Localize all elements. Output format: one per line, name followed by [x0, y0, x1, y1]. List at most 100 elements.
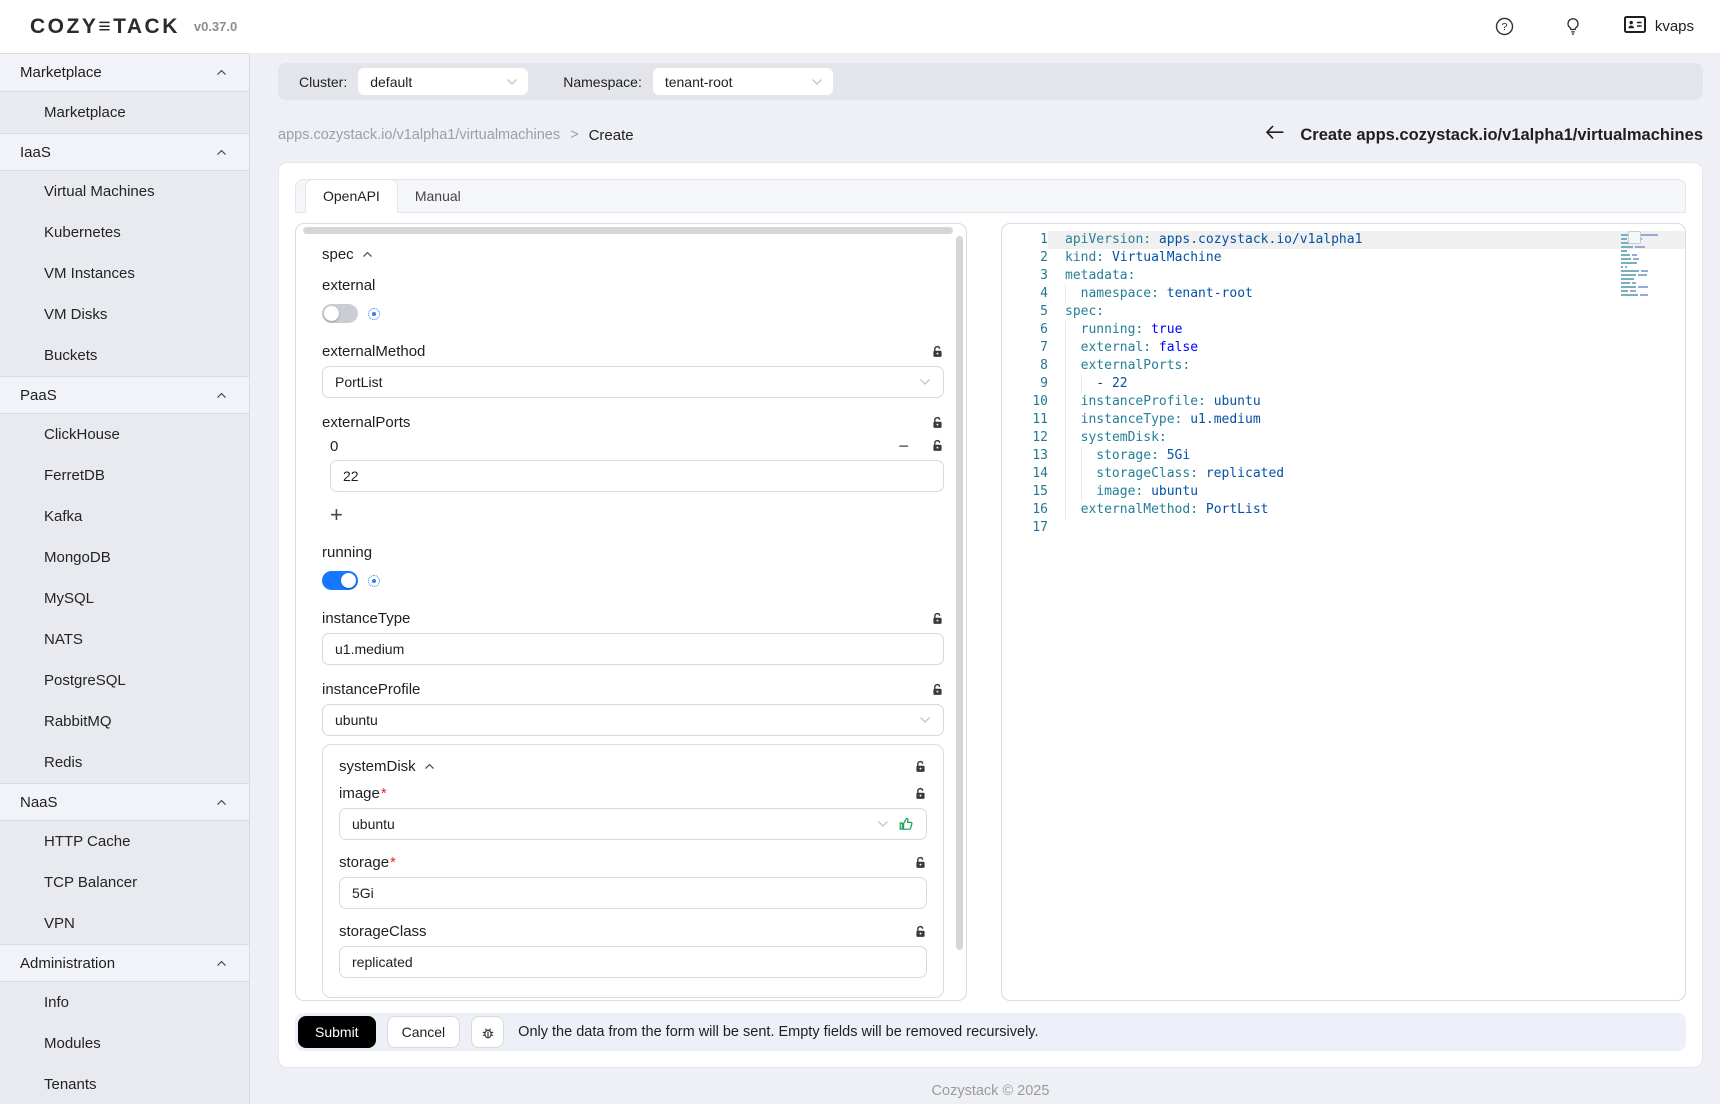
- line-number: 2: [1002, 249, 1048, 267]
- sidebar-item-tcp-balancer[interactable]: TCP Balancer: [0, 862, 249, 903]
- debug-button[interactable]: [471, 1016, 504, 1048]
- editor-line: 1apiVersion: apps.cozystack.io/v1alpha1: [1002, 231, 1685, 249]
- instanceProfile-select[interactable]: ubuntu: [322, 704, 944, 736]
- default-value-icon[interactable]: [368, 308, 380, 320]
- thumbs-up-icon: [898, 816, 914, 832]
- sidebar-item-mongodb[interactable]: MongoDB: [0, 537, 249, 578]
- running-toggle[interactable]: [322, 571, 358, 590]
- line-number: 15: [1002, 483, 1048, 501]
- required-marker: *: [381, 785, 387, 802]
- externalPorts-label: externalPorts: [322, 414, 410, 431]
- page-title: Create apps.cozystack.io/v1alpha1/virtua…: [1300, 126, 1703, 145]
- create-panel: OpenAPI Manual spec external: [278, 162, 1703, 1068]
- sidebar-section-naas[interactable]: NaaS: [0, 783, 249, 821]
- line-number: 16: [1002, 501, 1048, 519]
- chevron-down-icon: [811, 78, 823, 86]
- sidebar-item-clickhouse[interactable]: ClickHouse: [0, 414, 249, 455]
- sidebar-item-redis[interactable]: Redis: [0, 742, 249, 783]
- editor-line: 2kind: VirtualMachine: [1002, 249, 1685, 267]
- back-arrow-icon[interactable]: [1265, 125, 1284, 145]
- namespace-select[interactable]: tenant-root: [652, 67, 834, 96]
- yaml-editor[interactable]: 1apiVersion: apps.cozystack.io/v1alpha12…: [1001, 223, 1686, 1001]
- sidebar-item-kubernetes[interactable]: Kubernetes: [0, 212, 249, 253]
- externalMethod-value: PortList: [335, 374, 382, 390]
- sidebar-item-buckets[interactable]: Buckets: [0, 335, 249, 376]
- sidebar-item-vm-disks[interactable]: VM Disks: [0, 294, 249, 335]
- line-number: 7: [1002, 339, 1048, 357]
- tab-manual[interactable]: Manual: [398, 180, 478, 212]
- sidebar-section-paas[interactable]: PaaS: [0, 376, 249, 414]
- editor-scroll-decoration: [1628, 231, 1641, 244]
- theme-lightbulb-icon[interactable]: [1562, 16, 1584, 38]
- editor-minimap[interactable]: [1621, 234, 1671, 302]
- sidebar-section-marketplace[interactable]: Marketplace: [0, 54, 249, 92]
- namespace-select-value: tenant-root: [665, 74, 733, 90]
- sidebar-section-administration[interactable]: Administration: [0, 944, 249, 982]
- user-menu[interactable]: kvaps: [1624, 16, 1694, 38]
- instanceType-label: instanceType: [322, 610, 410, 627]
- line-number: 12: [1002, 429, 1048, 447]
- sidebar-item-vm-instances[interactable]: VM Instances: [0, 253, 249, 294]
- editor-line: 12systemDisk:: [1002, 429, 1685, 447]
- tab-openapi[interactable]: OpenAPI: [305, 179, 398, 213]
- instanceType-input[interactable]: [322, 633, 944, 665]
- context-bar: Cluster: default Namespace: tenant-root: [278, 63, 1703, 100]
- editor-line: 5spec:: [1002, 303, 1685, 321]
- externalPorts-item-input[interactable]: [330, 460, 944, 492]
- storageClass-input[interactable]: [339, 946, 927, 978]
- remove-item-icon[interactable]: −: [898, 437, 909, 455]
- chevron-up-icon: [216, 959, 227, 968]
- image-select[interactable]: ubuntu: [339, 808, 927, 840]
- sidebar-section-iaas[interactable]: IaaS: [0, 133, 249, 171]
- sidebar-item-mysql[interactable]: MySQL: [0, 578, 249, 619]
- sidebar-item-http-cache[interactable]: HTTP Cache: [0, 821, 249, 862]
- cluster-select[interactable]: default: [357, 67, 529, 96]
- submit-button[interactable]: Submit: [298, 1016, 376, 1048]
- line-number: 13: [1002, 447, 1048, 465]
- unlock-icon: [931, 345, 944, 359]
- line-number: 5: [1002, 303, 1048, 321]
- breadcrumb-resource-link[interactable]: apps.cozystack.io/v1alpha1/virtualmachin…: [278, 127, 560, 143]
- sidebar-item-nats[interactable]: NATS: [0, 619, 249, 660]
- external-toggle[interactable]: [322, 304, 358, 323]
- sidebar-item-vpn[interactable]: VPN: [0, 903, 249, 944]
- bug-icon: [480, 1024, 496, 1041]
- editor-line: 8externalPorts:: [1002, 357, 1685, 375]
- sidebar-item-marketplace[interactable]: Marketplace: [0, 92, 249, 133]
- default-value-icon[interactable]: [368, 575, 380, 587]
- unlock-icon: [914, 760, 927, 774]
- svg-text:?: ?: [1502, 21, 1508, 33]
- chevron-down-icon: [919, 378, 931, 386]
- editor-line: 3metadata:: [1002, 267, 1685, 285]
- sidebar-item-ferretdb[interactable]: FerretDB: [0, 455, 249, 496]
- externalPorts-item-0: 0 −: [330, 437, 944, 492]
- sidebar-item-rabbitmq[interactable]: RabbitMQ: [0, 701, 249, 742]
- externalMethod-select[interactable]: PortList: [322, 366, 944, 398]
- help-icon[interactable]: ?: [1494, 16, 1516, 38]
- horizontal-scrollbar[interactable]: [303, 227, 953, 234]
- line-number: 6: [1002, 321, 1048, 339]
- editor-line: 14storageClass: replicated: [1002, 465, 1685, 483]
- sidebar-item-postgresql[interactable]: PostgreSQL: [0, 660, 249, 701]
- sidebar-item-kafka[interactable]: Kafka: [0, 496, 249, 537]
- unlock-icon: [931, 439, 944, 453]
- openapi-form: spec external external: [295, 223, 967, 1001]
- editor-line: 17: [1002, 519, 1685, 537]
- cancel-button[interactable]: Cancel: [387, 1016, 461, 1048]
- storage-input[interactable]: [339, 877, 927, 909]
- sidebar-item-info[interactable]: Info: [0, 982, 249, 1023]
- sidebar-item-virtual-machines[interactable]: Virtual Machines: [0, 171, 249, 212]
- add-item-icon[interactable]: +: [330, 502, 350, 528]
- sidebar-item-modules[interactable]: Modules: [0, 1023, 249, 1064]
- editor-code[interactable]: 1apiVersion: apps.cozystack.io/v1alpha12…: [1002, 231, 1685, 537]
- vertical-scrollbar[interactable]: [956, 236, 963, 950]
- editor-line: 9- 22: [1002, 375, 1685, 393]
- editor-line: 6running: true: [1002, 321, 1685, 339]
- editor-line: 7external: false: [1002, 339, 1685, 357]
- cluster-label: Cluster:: [299, 74, 347, 90]
- main-content: Cluster: default Namespace: tenant-root …: [250, 53, 1720, 1104]
- systemDisk-section-toggle[interactable]: systemDisk: [339, 758, 435, 775]
- spec-section-toggle[interactable]: spec: [322, 246, 944, 263]
- sidebar: MarketplaceMarketplaceIaaSVirtual Machin…: [0, 53, 250, 1104]
- sidebar-item-tenants[interactable]: Tenants: [0, 1064, 249, 1104]
